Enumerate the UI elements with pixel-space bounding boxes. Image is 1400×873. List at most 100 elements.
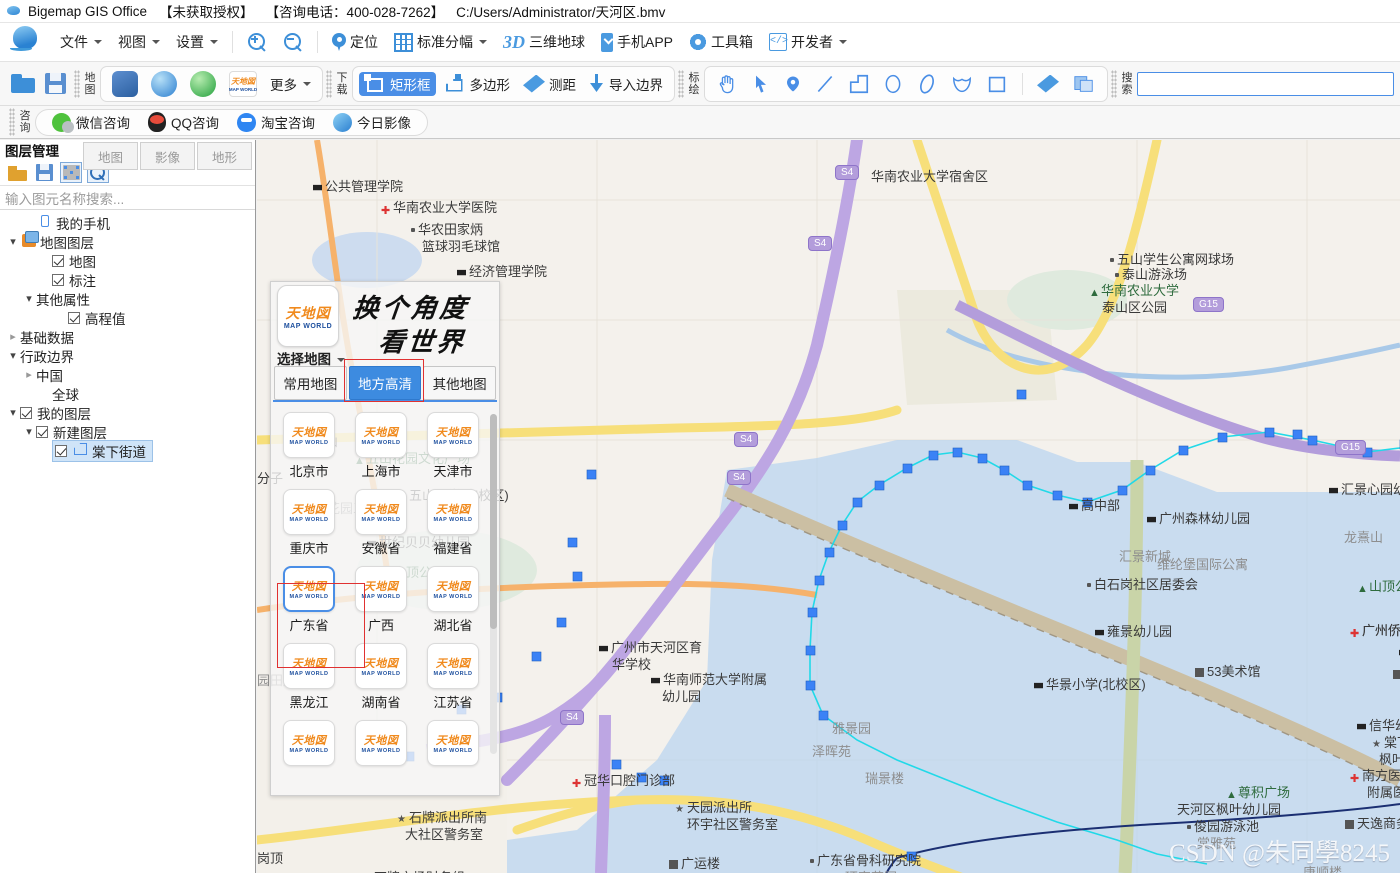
polyline-shape-button[interactable] xyxy=(843,71,875,97)
arrow-select-button[interactable] xyxy=(746,71,776,97)
layer-search-input[interactable]: 输入图元名称搜索... xyxy=(0,186,255,210)
layer-tree-row[interactable]: 高程值 xyxy=(0,308,255,327)
tab-common-maps[interactable]: 常用地图 xyxy=(274,366,347,400)
layer-tree-item[interactable]: 地图图层 xyxy=(20,230,94,252)
select-map-button[interactable]: 选择地图 xyxy=(277,348,345,368)
search-input[interactable] xyxy=(1137,71,1394,96)
layer-checkbox[interactable] xyxy=(68,311,80,324)
grid-scrollbar[interactable] xyxy=(490,414,497,754)
hand-pan-button[interactable] xyxy=(711,71,743,97)
tianditu-logo-icon[interactable]: 天地図 MAP WORLD xyxy=(277,285,339,347)
toolbar-grip[interactable] xyxy=(74,69,80,98)
chevron-right-icon[interactable]: ▸ xyxy=(6,330,20,343)
layer-tree-item[interactable]: 棠下街道 xyxy=(52,439,153,462)
circle-button[interactable] xyxy=(878,71,908,97)
developer-button[interactable]: </> 开发者 xyxy=(761,28,855,56)
taobao-consult-button[interactable]: 淘宝咨询 xyxy=(229,111,323,133)
layer-tree-row[interactable]: 标注 xyxy=(0,270,255,289)
green-globe-button[interactable] xyxy=(185,69,221,99)
wechat-consult-button[interactable]: 微信咨询 xyxy=(44,111,138,133)
layer-tree-row[interactable]: ▾ 我的图层 xyxy=(0,403,255,422)
menu-view[interactable]: 视图 xyxy=(110,28,168,56)
menu-file[interactable]: 文件 xyxy=(52,28,110,56)
map-config-button[interactable] xyxy=(107,69,143,99)
chevron-down-icon[interactable]: ▾ xyxy=(22,425,36,438)
map-provider-item[interactable]: 天地図 MAP WORLD 江苏省 xyxy=(419,643,487,711)
layer-tree-row[interactable]: ▾ 地图图层 xyxy=(0,230,255,252)
ellipse-button[interactable] xyxy=(911,71,943,97)
chevron-down-icon[interactable]: ▾ xyxy=(6,349,20,362)
layer-tree-item[interactable]: 其他属性 xyxy=(36,289,90,309)
polygon-button[interactable]: 多边形 xyxy=(439,72,516,96)
layer-tree-row[interactable]: 全球 xyxy=(0,384,255,403)
layer-tree-item[interactable]: 基础数据 xyxy=(20,327,74,347)
square-button[interactable] xyxy=(981,71,1013,97)
copy-shape-button[interactable] xyxy=(1067,71,1101,97)
chevron-down-icon[interactable]: ▾ xyxy=(22,292,36,305)
map-type-tab-map[interactable]: 地图 xyxy=(83,142,138,170)
layer-checkbox[interactable] xyxy=(55,444,67,457)
layer-tree-row[interactable]: ▾ 行政边界 xyxy=(0,346,255,365)
marker-pin-button[interactable] xyxy=(779,71,807,97)
map-provider-item[interactable]: 天地図 MAP WORLD 上海市 xyxy=(347,412,415,480)
layer-tree-item[interactable]: 我的手机 xyxy=(36,213,110,233)
map-provider-item[interactable]: 天地図 MAP WORLD 北京市 xyxy=(275,412,343,480)
locate-button[interactable]: 定位 xyxy=(324,28,386,56)
map-provider-item[interactable]: 天地図 MAP WORLD xyxy=(347,720,415,769)
chevron-down-icon[interactable]: ▾ xyxy=(6,406,20,419)
toolbar-grip[interactable] xyxy=(326,69,332,98)
map-provider-item[interactable]: 天地図 MAP WORLD 天津市 xyxy=(419,412,487,480)
layer-open-button[interactable] xyxy=(6,162,28,183)
zoom-out-button[interactable] xyxy=(275,28,311,56)
tab-other-maps[interactable]: 其他地图 xyxy=(423,366,497,400)
map-type-tab-image[interactable]: 影像 xyxy=(140,142,195,170)
tab-local-hd[interactable]: 地方高清 xyxy=(348,366,422,400)
toolbox-button[interactable]: 工具箱 xyxy=(681,28,761,56)
layer-tree-item[interactable]: 中国 xyxy=(36,365,63,385)
measure-draw-button[interactable] xyxy=(1032,73,1064,95)
layer-tree-row[interactable]: ▾ 其他属性 xyxy=(0,289,255,308)
map-provider-item[interactable]: 天地図 MAP WORLD 广西 xyxy=(347,566,415,634)
zoom-in-button[interactable] xyxy=(239,28,275,56)
open-file-button[interactable] xyxy=(6,72,40,95)
layer-tree-item[interactable]: 高程值 xyxy=(68,308,126,328)
layer-tree-item[interactable]: 全球 xyxy=(52,384,79,404)
layer-tree-row[interactable]: 棠下街道 xyxy=(0,439,255,462)
layer-tree-item[interactable]: 行政边界 xyxy=(20,346,74,366)
today-image-consult-button[interactable]: 今日影像 xyxy=(325,111,419,133)
layer-tree-item[interactable]: 标注 xyxy=(52,270,96,290)
layer-save-button[interactable] xyxy=(33,162,55,183)
map-provider-item[interactable]: 天地図 MAP WORLD xyxy=(419,720,487,769)
map-provider-item[interactable]: 天地図 MAP WORLD 重庆市 xyxy=(275,489,343,557)
layer-tree-row[interactable]: ▾ 新建图层 xyxy=(0,422,255,441)
chevron-right-icon[interactable]: ▸ xyxy=(22,368,36,381)
standard-sheet-button[interactable]: 标准分幅 xyxy=(386,28,495,56)
layer-tree-row[interactable]: 我的手机 xyxy=(0,213,255,232)
layer-tree-row[interactable]: ▸ 中国 xyxy=(0,365,255,384)
toolbar-grip[interactable] xyxy=(678,69,684,98)
layer-checkbox[interactable] xyxy=(36,425,48,438)
layer-checkbox[interactable] xyxy=(52,273,64,286)
map-provider-item[interactable]: 天地図 MAP WORLD xyxy=(275,720,343,769)
menu-settings[interactable]: 设置 xyxy=(168,28,226,56)
map-provider-item[interactable]: 天地図 MAP WORLD 广东省 xyxy=(275,566,343,634)
toolbar-grip[interactable] xyxy=(1111,69,1117,98)
today-image-button[interactable] xyxy=(146,69,182,99)
map-provider-item[interactable]: 天地図 MAP WORLD 湖南省 xyxy=(347,643,415,711)
mobile-app-button[interactable]: 手机APP xyxy=(593,28,681,56)
layer-tree-row[interactable]: 地图 xyxy=(0,251,255,270)
layer-tree-item[interactable]: 新建图层 xyxy=(36,422,107,442)
tianditu-button[interactable]: 天地図 MAP WORLD xyxy=(224,69,262,99)
map-provider-item[interactable]: 天地図 MAP WORLD 湖北省 xyxy=(419,566,487,634)
measure-button[interactable]: 测距 xyxy=(518,72,581,96)
map-provider-item[interactable]: 天地図 MAP WORLD 福建省 xyxy=(419,489,487,557)
layer-checkbox[interactable] xyxy=(52,254,64,267)
layer-tree-item[interactable]: 我的图层 xyxy=(20,403,91,423)
layer-tree-row[interactable]: ▸ 基础数据 xyxy=(0,327,255,346)
toolbar-grip[interactable] xyxy=(9,108,15,136)
line-button[interactable] xyxy=(810,71,840,97)
layer-tree-item[interactable]: 地图 xyxy=(52,251,96,271)
layer-checkbox[interactable] xyxy=(20,406,32,419)
rectangle-frame-button[interactable]: 矩形框 xyxy=(359,71,436,96)
arc-button[interactable] xyxy=(946,71,978,97)
